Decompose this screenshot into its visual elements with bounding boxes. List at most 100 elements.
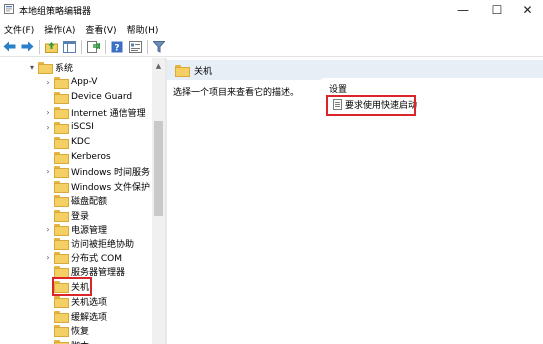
folder-icon [54,340,69,344]
tree-item-label: iSCSI [71,122,94,132]
back-arrow-icon [3,41,15,52]
tree-item-iscsi[interactable]: › iSCSI [44,120,94,134]
close-button[interactable]: ✕ [512,0,543,19]
svg-text:?: ? [114,43,119,53]
properties-icon [128,40,142,53]
folder-icon [54,166,69,178]
toolbar-separator [147,39,148,54]
tree-item-mitigation-options[interactable]: 缓解选项 [44,309,107,323]
tree-item-access-denied-assistance[interactable]: 访问被拒绝协助 [44,236,134,250]
tree-item-internet-comm[interactable]: › Internet 通信管理 [44,105,146,119]
menu-help[interactable]: 帮助(H) [123,20,165,36]
folder-icon [54,311,69,323]
maximize-button[interactable]: ☐ [480,0,514,19]
tree-item-label: 服务器管理器 [71,267,126,278]
details-header-title: 关机 [194,66,213,77]
tree-item-label: App-V [71,77,98,87]
tree-scrollbar[interactable]: ▲ [152,58,165,344]
folder-icon [54,296,69,308]
menu-bar: 文件(F) 操作(A) 查看(V) 帮助(H) [0,20,543,36]
group-policy-app-icon [4,4,14,14]
tree-item-device-guard[interactable]: Device Guard [44,90,132,104]
tree-item-windows-time[interactable]: › Windows 时间服务 [44,164,150,178]
export-list-icon [86,40,100,53]
up-level-button[interactable] [44,40,58,54]
chevron-right-icon[interactable]: › [44,167,52,176]
tree-item-windows-file-protection[interactable]: Windows 文件保护 [44,179,150,193]
tree-item-shutdown-options[interactable]: 关机选项 [44,294,107,308]
tree-item-kerberos[interactable]: Kerberos [44,150,111,164]
toolbar: ? [0,37,543,57]
tree-item-label: Windows 文件保护 [71,182,151,193]
tree-selection-highlight [52,277,92,296]
folder-icon [54,152,69,164]
chevron-right-icon[interactable]: › [44,225,52,234]
menu-view[interactable]: 查看(V) [81,20,122,36]
tree-item-label: 缓解选项 [71,312,108,323]
tree-item-recovery[interactable]: 恢复 [44,323,89,337]
back-button[interactable] [2,40,16,54]
tree-item-server-manager[interactable]: 服务器管理器 [44,264,125,278]
show-hide-tree-button[interactable] [62,40,76,54]
minimize-button[interactable]: — [446,0,480,19]
tree-item-distributed-com[interactable]: › 分布式 COM [44,250,122,264]
tree-item-kdc[interactable]: KDC [44,135,90,149]
folder-icon [54,77,69,89]
policy-selection-highlight [326,95,416,116]
tree-item-scripts[interactable]: 脚本 [44,338,89,344]
tree-item-disk-quota[interactable]: 磁盘配额 [44,193,107,207]
window-title: 本地组策略编辑器 [19,7,92,17]
tree-item-label: 系统 [55,63,74,74]
scroll-up-icon[interactable]: ▲ [152,60,165,72]
tree-item-label: KDC [71,137,91,147]
title-bar: 本地组策略编辑器 — ☐ ✕ [0,0,543,19]
chevron-right-icon[interactable]: › [44,123,52,132]
folder-open-icon [175,65,190,77]
tree-item-label: 访问被拒绝协助 [71,239,135,250]
settings-list-panel [319,78,543,88]
export-list-button[interactable] [86,40,100,54]
folder-icon [54,92,69,104]
folder-icon [54,252,69,264]
column-header-setting[interactable]: 设置 [329,82,347,95]
tree-item-label: Device Guard [71,92,133,102]
chevron-down-icon[interactable]: ▾ [28,63,36,72]
tree-item-system[interactable]: ▾ 系统 [28,60,73,74]
folder-icon [54,325,69,337]
chevron-right-icon[interactable]: › [44,253,52,262]
properties-button[interactable] [128,40,142,54]
navigation-tree: ▾ 系统 › App-V Device Guard › Internet 通信管… [0,58,166,344]
show-hide-tree-icon [62,40,76,53]
folder-icon [54,238,69,250]
toolbar-separator [81,39,82,54]
folder-icon [54,210,69,222]
folder-icon [54,266,69,278]
menu-file[interactable]: 文件(F) [0,20,40,36]
up-folder-icon [44,41,58,53]
tree-item-logon[interactable]: 登录 [44,208,89,222]
help-icon: ? [111,41,123,53]
filter-button[interactable] [152,40,166,54]
toolbar-separator [105,39,106,54]
menu-action[interactable]: 操作(A) [40,20,81,36]
chevron-right-icon[interactable]: › [44,108,52,117]
tree-item-label: 分布式 COM [71,253,122,264]
tree-item-label: 脚本 [71,339,89,344]
tree-item-label: 关机选项 [71,297,108,308]
folder-icon [54,181,69,193]
tree-item-label: Windows 时间服务 [71,167,151,178]
tree-item-app-v[interactable]: › App-V [44,75,97,89]
tree-item-label: Kerberos [71,152,111,162]
tree-item-label: 登录 [71,211,90,222]
tree-item-label: 磁盘配额 [71,196,108,207]
folder-icon [54,137,69,149]
tree-item-power-management[interactable]: › 电源管理 [44,222,107,236]
tree-item-label: 电源管理 [71,225,108,236]
help-button[interactable]: ? [110,40,124,54]
chevron-right-icon[interactable]: › [44,78,52,87]
details-header: 关机 [167,60,543,80]
forward-button[interactable] [20,40,34,54]
scrollbar-thumb[interactable] [154,121,163,216]
description-text: 选择一个项目来查看它的描述。 [173,88,300,98]
folder-icon [54,107,69,119]
